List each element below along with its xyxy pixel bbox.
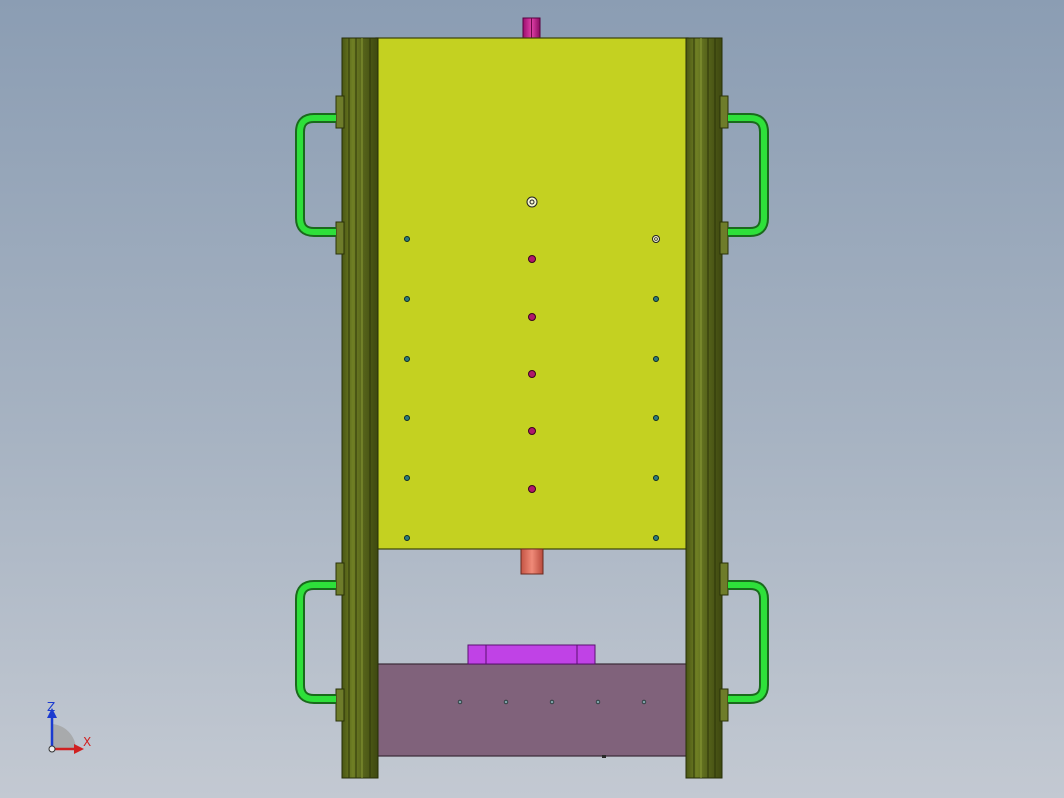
side-hole <box>653 296 659 302</box>
side-hole <box>404 356 410 362</box>
side-hole <box>404 296 410 302</box>
side-hole <box>404 475 410 481</box>
top-cavity-plate[interactable] <box>375 37 689 550</box>
side-hole <box>653 356 659 362</box>
x-axis-label: X <box>83 735 91 749</box>
handle-top-left[interactable] <box>295 113 336 237</box>
z-axis-label: Z <box>47 700 55 714</box>
side-hole <box>404 415 410 421</box>
coordinate-triad: Z X <box>47 700 91 754</box>
right-guide-rail[interactable] <box>685 37 723 779</box>
cad-viewport[interactable]: Z X <box>0 0 1064 798</box>
corner-locating-hole <box>652 235 660 243</box>
side-hole <box>653 475 659 481</box>
handle-bottom-right[interactable] <box>728 580 769 704</box>
bottom-plate-notch <box>602 755 606 758</box>
handle-top-right[interactable] <box>728 113 769 237</box>
center-hole <box>528 485 536 493</box>
center-hole <box>528 427 536 435</box>
center-hole <box>528 313 536 321</box>
center-locating-hole <box>526 196 538 208</box>
side-hole <box>653 415 659 421</box>
side-hole <box>404 236 410 242</box>
center-hole <box>528 370 536 378</box>
locating-nozzle[interactable] <box>520 548 544 575</box>
sprue-bushing[interactable] <box>522 17 541 41</box>
center-hole <box>528 255 536 263</box>
handle-bottom-left[interactable] <box>295 580 336 704</box>
side-hole <box>404 535 410 541</box>
left-guide-rail[interactable] <box>341 37 379 779</box>
bottom-core-plate[interactable] <box>375 663 689 757</box>
side-hole <box>653 535 659 541</box>
purple-insert[interactable] <box>467 644 596 665</box>
